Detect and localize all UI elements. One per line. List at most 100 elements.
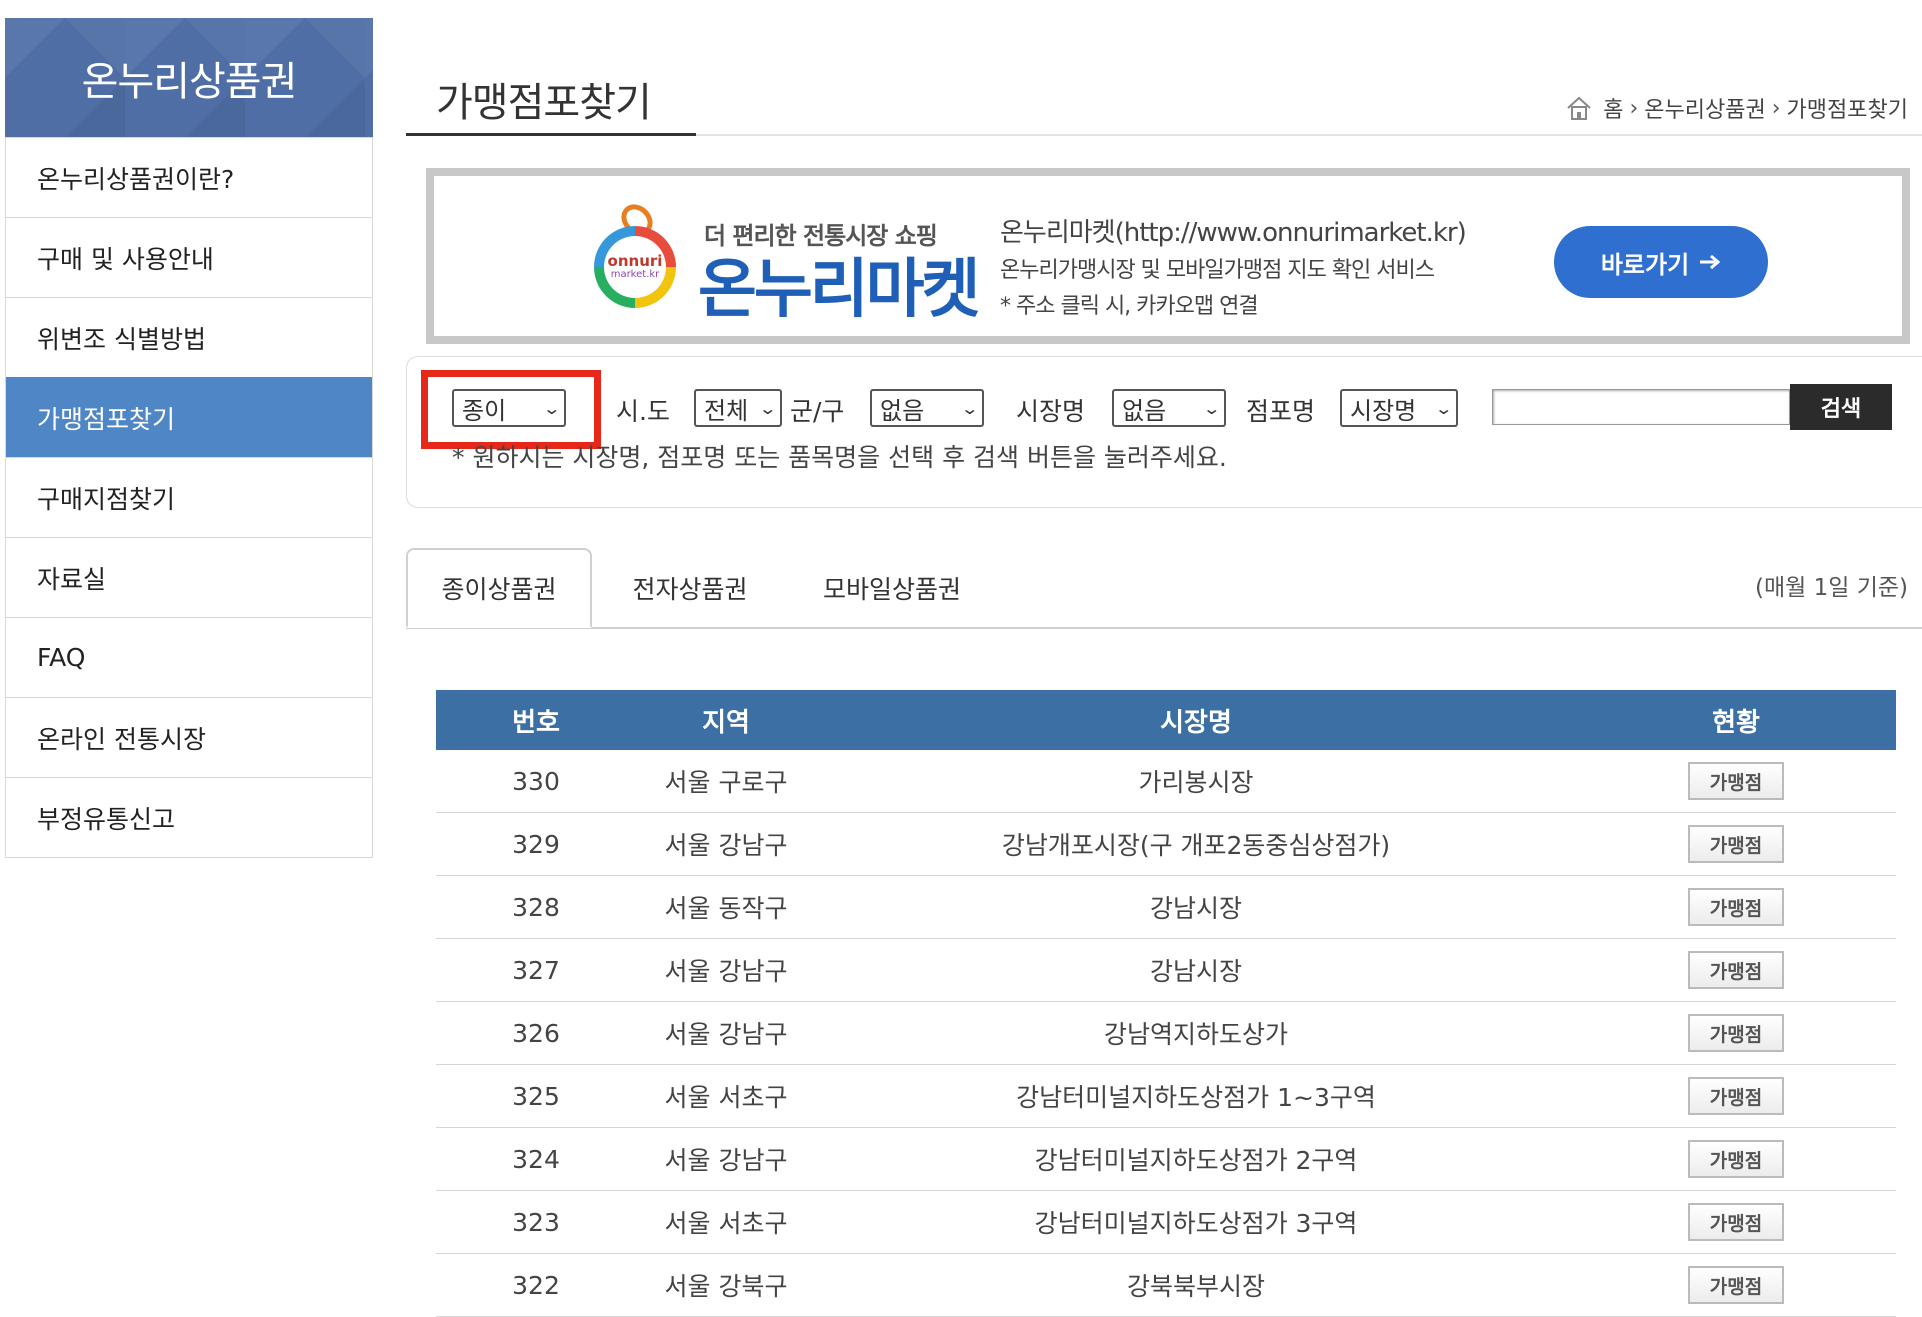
- row-market-name: 강남역지하도상가: [1103, 1020, 1288, 1049]
- row-region: 서울 서초구: [664, 1083, 788, 1112]
- store-select[interactable]: 시장명 ⌄: [1340, 389, 1458, 427]
- table-row: 324 서울 강남구 강남터미널지하도상점가 2구역 가맹점: [436, 1128, 1896, 1191]
- row-status-cell: 가맹점: [1576, 951, 1896, 989]
- row-number: 324: [512, 1144, 560, 1174]
- store-table: 번호 지역 시장명 현황 330 서울 구로구 가리봉시장 가맹점 329 서울 강남구 강…: [436, 690, 1896, 1317]
- sidebar-item-purchase-guide[interactable]: 구매 및 사용안내: [6, 217, 372, 297]
- store-list-button[interactable]: 가맹점: [1688, 888, 1784, 926]
- row-region: 서울 강북구: [664, 1272, 788, 1301]
- search-button[interactable]: 검색: [1790, 384, 1892, 430]
- row-status-cell: 가맹점: [1576, 762, 1896, 800]
- row-market-name: 강남터미널지하도상점가 1~3구역: [1016, 1083, 1376, 1112]
- table-row: 329 서울 강남구 강남개포시장(구 개포2동중심상점가) 가맹점: [436, 813, 1896, 876]
- chevron-down-icon: ⌄: [757, 398, 777, 418]
- page-title: 가맹점포찾기: [406, 70, 696, 136]
- row-number: 322: [512, 1270, 560, 1300]
- table-row: 327 서울 강남구 강남시장 가맹점: [436, 939, 1896, 1002]
- sido-value: 전체: [704, 396, 749, 425]
- chevron-down-icon: ⌄: [1433, 398, 1453, 418]
- column-header-status: 현황: [1712, 707, 1760, 738]
- store-list-button[interactable]: 가맹점: [1688, 1077, 1784, 1115]
- market-select[interactable]: 없음 ⌄: [1112, 389, 1226, 427]
- home-icon[interactable]: [1565, 95, 1593, 121]
- row-market-name: 강남시장: [1149, 894, 1242, 923]
- onnuri-market-logo: onnuri market.kr: [594, 226, 676, 308]
- sidebar-item-store-finder[interactable]: 가맹점포찾기: [6, 377, 372, 457]
- tab-electronic-voucher[interactable]: 전자상품권: [612, 548, 768, 628]
- row-region: 서울 서초구: [664, 1209, 788, 1238]
- row-market-name: 강남개포시장(구 개포2동중심상점가): [1001, 831, 1391, 860]
- gungu-value: 없음: [880, 396, 925, 425]
- sidebar-item-online-market[interactable]: 온라인 전통시장: [6, 697, 372, 777]
- store-list-button[interactable]: 가맹점: [1688, 1014, 1784, 1052]
- row-market-name: 강북북부시장: [1126, 1272, 1265, 1301]
- sidebar-item-report[interactable]: 부정유통신고: [6, 777, 372, 857]
- row-market-name: 강남터미널지하도상점가 3구역: [1034, 1209, 1358, 1238]
- row-status-cell: 가맹점: [1576, 1077, 1896, 1115]
- search-input[interactable]: [1492, 389, 1790, 425]
- table-body: 330 서울 구로구 가리봉시장 가맹점 329 서울 강남구 강남개포시장(구 개포2동중…: [436, 750, 1896, 1317]
- store-label: 점포명: [1246, 397, 1316, 426]
- column-header-market: 시장명: [1160, 707, 1232, 738]
- gungu-select[interactable]: 없음 ⌄: [870, 389, 984, 427]
- sidebar-item-faq[interactable]: FAQ: [6, 617, 372, 697]
- store-value: 시장명: [1350, 396, 1417, 425]
- market-value: 없음: [1122, 396, 1167, 425]
- row-market-name: 강남터미널지하도상점가 2구역: [1034, 1146, 1358, 1175]
- row-number: 325: [512, 1081, 560, 1111]
- breadcrumb-current: 가맹점포찾기: [1786, 98, 1908, 123]
- search-panel: [406, 356, 1922, 508]
- store-list-button[interactable]: 가맹점: [1688, 951, 1784, 989]
- table-row: 328 서울 동작구 강남시장 가맹점: [436, 876, 1896, 939]
- breadcrumb: 홈 › 온누리상품권 › 가맹점포찾기: [1565, 92, 1908, 124]
- row-number: 329: [512, 829, 560, 859]
- row-market-name: 강남시장: [1149, 957, 1242, 986]
- row-number: 330: [512, 766, 560, 796]
- store-list-button[interactable]: 가맹점: [1688, 825, 1784, 863]
- chevron-down-icon: ⌄: [959, 398, 979, 418]
- chevron-right-icon: ›: [1771, 95, 1781, 121]
- row-status-cell: 가맹점: [1576, 888, 1896, 926]
- column-header-region: 지역: [702, 707, 750, 738]
- store-list-button[interactable]: 가맹점: [1688, 1266, 1784, 1304]
- banner-brand: 온누리마켓: [698, 253, 980, 327]
- table-header: 번호 지역 시장명 현황: [436, 690, 1896, 750]
- onnuri-market-banner[interactable]: onnuri market.kr 더 편리한 전통시장 쇼핑 온누리마켓 온누리…: [426, 168, 1910, 344]
- go-button[interactable]: 바로가기: [1554, 226, 1768, 298]
- banner-info-url: 온누리마켓(http://www.onnurimarket.kr): [1000, 218, 1467, 248]
- sidebar-item-archive[interactable]: 자료실: [6, 537, 372, 617]
- breadcrumb-home[interactable]: 홈: [1603, 92, 1623, 124]
- column-header-number: 번호: [512, 707, 560, 738]
- table-row: 325 서울 서초구 강남터미널지하도상점가 1~3구역 가맹점: [436, 1065, 1896, 1128]
- row-number: 327: [512, 955, 560, 985]
- tab-paper-voucher[interactable]: 종이상품권: [406, 548, 592, 628]
- banner-info-note: * 주소 클릭 시, 카카오맵 연결: [1000, 294, 1259, 319]
- store-list-button[interactable]: 가맹점: [1688, 762, 1784, 800]
- market-label: 시장명: [1016, 397, 1086, 426]
- sidebar-item-about[interactable]: 온누리상품권이란?: [6, 137, 372, 217]
- tab-mobile-voucher[interactable]: 모바일상품권: [800, 548, 984, 628]
- sido-select[interactable]: 전체 ⌄: [694, 389, 782, 427]
- table-row: 330 서울 구로구 가리봉시장 가맹점: [436, 750, 1896, 813]
- row-region: 서울 강남구: [664, 957, 788, 986]
- breadcrumb-onnuri[interactable]: 온누리상품권: [1644, 92, 1765, 124]
- table-row: 323 서울 서초구 강남터미널지하도상점가 3구역 가맹점: [436, 1191, 1896, 1254]
- sidebar-title: 온누리상품권: [5, 18, 373, 137]
- sidebar: 온누리상품권 온누리상품권이란? 구매 및 사용안내 위변조 식별방법 가맹점포…: [5, 18, 373, 858]
- row-status-cell: 가맹점: [1576, 825, 1896, 863]
- row-number: 328: [512, 892, 560, 922]
- search-help-text: * 원하시는 시장명, 점포명 또는 품목명을 선택 후 검색 버튼을 눌러주세…: [452, 443, 1227, 472]
- store-list-button[interactable]: 가맹점: [1688, 1140, 1784, 1178]
- store-list-button[interactable]: 가맹점: [1688, 1203, 1784, 1241]
- sido-label: 시.도: [616, 397, 670, 426]
- sidebar-item-counterfeit[interactable]: 위변조 식별방법: [6, 297, 372, 377]
- row-region: 서울 강남구: [664, 831, 788, 860]
- title-divider: [696, 134, 1922, 136]
- chevron-down-icon: ⌄: [1201, 398, 1221, 418]
- row-status-cell: 가맹점: [1576, 1266, 1896, 1304]
- row-region: 서울 강남구: [664, 1146, 788, 1175]
- sidebar-item-branch-finder[interactable]: 구매지점찾기: [6, 457, 372, 537]
- reference-date-note: (매월 1일 기준): [1754, 575, 1908, 601]
- row-region: 서울 동작구: [664, 894, 788, 923]
- row-status-cell: 가맹점: [1576, 1014, 1896, 1052]
